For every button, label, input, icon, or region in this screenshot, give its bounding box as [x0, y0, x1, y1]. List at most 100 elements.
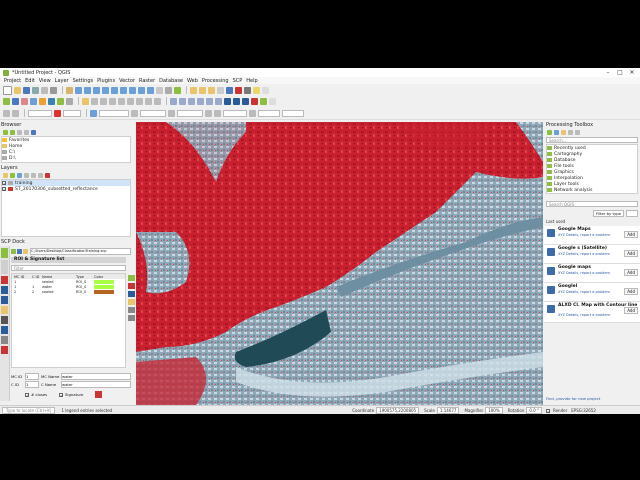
toolbox-group[interactable]: Network analysis [547, 187, 637, 193]
render-checkbox[interactable]: ✓ [546, 408, 550, 413]
zoom-full-icon[interactable] [102, 86, 109, 94]
find-service-link[interactable]: Find, provide for new project [546, 396, 600, 401]
scp-postproc-tab-icon[interactable] [1, 336, 8, 344]
remove-layer-icon[interactable] [45, 172, 50, 178]
plot-icon[interactable] [128, 291, 135, 297]
range-icon[interactable] [205, 109, 212, 117]
menu-raster[interactable]: Raster [139, 78, 155, 84]
digitize-icon[interactable] [91, 97, 98, 105]
add-layer-icon[interactable] [3, 129, 8, 135]
save-training-icon[interactable] [17, 249, 22, 254]
menu-help[interactable]: Help [246, 78, 257, 84]
print-layout-icon[interactable] [41, 86, 48, 94]
processing-search-input[interactable]: Search... [546, 137, 638, 143]
menu-settings[interactable]: Settings [73, 78, 94, 84]
table-row[interactable]: 1 1 water ROI_S [12, 284, 125, 289]
qms-service-item[interactable]: ALXD Cl. Map with Contour line XYZ Detai… [544, 302, 640, 323]
vertex-tool-icon[interactable] [100, 97, 107, 105]
edit-in-place-icon[interactable] [568, 129, 573, 135]
add-service-button[interactable]: Add [624, 250, 638, 257]
scp-classify-tab-icon[interactable] [1, 326, 8, 334]
roi-settings-icon[interactable] [131, 109, 138, 117]
add-service-button[interactable]: Add [624, 288, 638, 295]
coordinate-field[interactable]: 1900575,2200805 [376, 407, 420, 414]
layout-manager-icon[interactable] [50, 86, 57, 94]
change-label-icon[interactable] [215, 97, 222, 105]
temporal-icon[interactable] [165, 86, 172, 94]
layer-item-raster[interactable]: ✓ ST_20170306_subsetted_reflectance [2, 186, 130, 192]
color-swatch[interactable] [94, 284, 114, 289]
scp-process-tab-icon[interactable] [1, 316, 8, 324]
trans-field[interactable] [258, 109, 280, 117]
import-icon[interactable] [128, 307, 135, 313]
qms-service-item[interactable]: Google s (Satellite) XYZ Details, report… [544, 245, 640, 264]
qms-search-input[interactable]: Search QGIS [546, 201, 638, 207]
scale-field[interactable]: 1:14677 [436, 407, 460, 414]
map-tips-icon[interactable] [253, 86, 260, 94]
size-field[interactable] [282, 109, 304, 117]
scp-tool-icon[interactable] [3, 109, 10, 117]
training-file-path[interactable]: C:/Users/Desktop/ClassificationTraining.… [30, 248, 131, 255]
roi-signature-header[interactable]: ROI & Signature list [11, 257, 126, 263]
add-spatialite-icon[interactable] [39, 97, 46, 105]
scp-training-tab-icon[interactable] [1, 260, 8, 274]
add-wfs-icon[interactable] [66, 97, 73, 105]
c-name-field[interactable]: water [61, 380, 131, 388]
menu-database[interactable]: Database [159, 78, 183, 84]
table-row[interactable]: 2 2 sealed ROI_S [12, 289, 125, 294]
pan-icon[interactable] [66, 86, 73, 94]
style-icon[interactable] [3, 172, 8, 178]
qms-service-item[interactable]: Googlel XYZ Details, report a problem Ad… [544, 283, 640, 302]
collapse-icon[interactable] [24, 129, 29, 135]
filter-icon[interactable] [17, 129, 22, 135]
save-project-icon[interactable] [23, 86, 30, 94]
save-roi-icon[interactable] [95, 391, 102, 398]
scp-zoom-icon[interactable] [242, 97, 249, 105]
scp-home-tab-icon[interactable] [1, 248, 8, 258]
menu-scp[interactable]: SCP [233, 78, 243, 84]
delete-icon[interactable] [128, 283, 135, 289]
minimize-button[interactable]: – [602, 68, 614, 77]
redo-icon[interactable] [154, 97, 161, 105]
refresh-icon[interactable] [10, 129, 15, 135]
sum-icon[interactable] [235, 86, 242, 94]
roi-field[interactable] [99, 109, 129, 117]
locator-input[interactable]: Type to locate (Ctrl+K) [2, 407, 56, 414]
delete-selected-icon[interactable] [109, 97, 116, 105]
menu-web[interactable]: Web [187, 78, 198, 84]
history-icon[interactable] [554, 129, 559, 135]
scp-band-icon[interactable] [251, 97, 258, 105]
zoom-layer-icon[interactable] [120, 86, 127, 94]
filter-type-combo[interactable] [626, 209, 638, 217]
add-group-icon[interactable] [10, 172, 15, 178]
layer-visible-checkbox[interactable]: ✓ [2, 187, 6, 192]
c-id-field[interactable]: 1 [25, 380, 39, 388]
map-canvas[interactable] [136, 122, 543, 405]
new-map-view-icon[interactable] [156, 86, 163, 94]
dist-icon[interactable] [168, 109, 175, 117]
roi-zoom-icon[interactable] [90, 109, 97, 117]
copy-icon[interactable] [127, 97, 134, 105]
dist-field[interactable] [140, 109, 166, 117]
annotation-icon[interactable] [262, 86, 269, 94]
close-button[interactable]: ✕ [626, 68, 638, 77]
menu-plugins[interactable]: Plugins [97, 78, 115, 84]
export-icon[interactable] [128, 315, 135, 321]
maximize-button[interactable]: □ [614, 68, 626, 77]
scp-tool-tab-icon[interactable] [1, 296, 8, 304]
add-postgis-icon[interactable] [48, 97, 55, 105]
save-as-icon[interactable] [32, 86, 39, 94]
zoom-next-icon[interactable] [147, 86, 154, 94]
new-project-icon[interactable] [3, 85, 12, 95]
expand-icon[interactable] [31, 172, 36, 178]
add-service-button[interactable]: Add [624, 231, 638, 238]
options-icon[interactable] [575, 129, 580, 135]
pin-label-icon[interactable] [179, 97, 186, 105]
scatter-icon[interactable] [128, 299, 135, 305]
signature-checkbox[interactable]: ✓ [59, 392, 63, 397]
display-checkbox[interactable]: ✓ [25, 392, 29, 397]
zoom-native-icon[interactable] [129, 86, 136, 94]
folder-icon[interactable] [23, 249, 28, 254]
open-training-icon[interactable] [11, 249, 16, 254]
rotate-label-icon[interactable] [206, 97, 213, 105]
